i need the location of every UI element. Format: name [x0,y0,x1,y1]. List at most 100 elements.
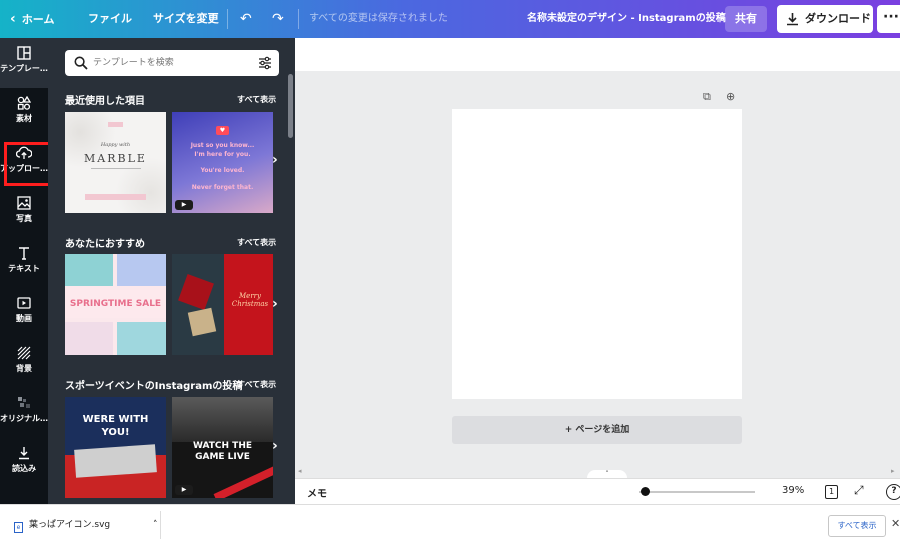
zoom-slider-handle[interactable] [640,487,650,496]
help-icon[interactable]: ? [886,484,900,500]
import-icon [19,447,29,460]
sports2-line-1: WATCH THE [192,441,253,451]
love-line-1: Just so you know... [190,142,255,149]
sidebar-item-templates[interactable]: テンプレー… [0,38,48,88]
download-icon [787,13,798,26]
redo-icon[interactable]: ↷ [272,0,284,38]
undo-icon[interactable]: ↶ [240,0,252,38]
template-thumb-sports-2[interactable]: WATCH THE GAME LIVE ▶ [172,397,273,498]
design-title[interactable]: 名称未設定のデザイン - Instagramの投稿 [527,0,726,38]
resize-menu[interactable]: サイズを変更 [153,0,219,38]
see-all-recent[interactable]: すべて表示 [237,94,276,105]
template-search-bar [65,50,279,76]
sidebar-item-label: 動画 [16,314,32,323]
original-icon [18,397,30,408]
sports1-line-2: YOU! [101,427,130,438]
template-thumb-christmas[interactable]: Merry Christmas [172,254,273,355]
file-menu[interactable]: ファイル [88,0,132,38]
love-line-4: Never forget that. [191,184,254,191]
download-label: ダウンロード [805,12,871,25]
background-icon [17,346,31,360]
marble-subtitle: Happy with [100,142,131,148]
add-page-button[interactable]: + ページを追加 [452,416,742,444]
elements-icon [17,96,31,110]
sidebar-item-original[interactable]: オリジナル… [0,388,48,438]
close-icon[interactable]: ✕ [891,517,900,530]
sidebar-item-photos[interactable]: 写真 [0,188,48,238]
next-arrow-icon[interactable]: › [272,152,278,168]
spring-sale-title: SPRINGTIME SALE [69,299,162,309]
downloaded-file-name: 葉っぱアイコン.svg [29,520,111,530]
home-button[interactable]: ‹ ホーム [10,0,54,38]
photo-icon [17,196,31,210]
marble-title: MARBLE [84,152,147,165]
save-status: すべての変更は保存されました [309,13,448,24]
expand-notes-handle[interactable]: ˄ [587,470,627,478]
panel-scrollbar[interactable] [288,74,293,138]
show-all-downloads-button[interactable]: すべて表示 [828,515,886,537]
love-line-2: I'm here for you. [194,151,251,158]
download-button[interactable]: ダウンロード [777,5,873,33]
editor-toolbar [295,38,900,71]
love-line-3: You're loved. [200,167,245,174]
text-icon [19,247,29,260]
next-arrow-icon[interactable]: › [272,296,278,312]
template-icon [17,46,31,60]
section-title-sports: スポーツイベントのInstagramの投稿 [65,381,243,392]
sidebar-item-label: 素材 [16,114,32,123]
scroll-left-icon[interactable]: ◂ [298,467,302,475]
chevron-left-icon: ‹ [10,11,16,27]
download-divider [160,511,161,539]
downloaded-file-item[interactable]: e 葉っぱアイコン.svg ˄ [14,517,158,533]
sidebar-item-backgrounds[interactable]: 背景 [0,338,48,388]
search-icon [74,56,88,70]
see-all-recommended[interactable]: すべて表示 [237,237,276,248]
add-page-icon[interactable]: ⊕ [726,90,735,103]
scroll-right-icon[interactable]: ▸ [891,467,895,475]
video-play-icon: ▶ [175,200,193,210]
sidebar-item-label: オリジナル… [0,414,48,423]
christmas-title: Merry Christmas [231,292,269,308]
share-button[interactable]: 共有 [725,6,767,32]
video-play-icon: ▶ [175,485,193,495]
sidebar-item-videos[interactable]: 動画 [0,288,48,338]
top-bar: ‹ ホーム ファイル サイズを変更 ↶ ↷ すべての変更は保存されました 名称未設… [0,0,900,38]
toolbar-divider [227,9,228,29]
template-thumb-love[interactable]: ♥ Just so you know... I'm here for you. … [172,112,273,213]
canvas-area: ⧉ ⊕ + ページを追加 ◂ ▸ ˄ [295,38,900,478]
template-thumb-sports-1[interactable]: WERE WITH YOU! [65,397,166,498]
zoom-slider[interactable] [639,491,755,493]
highlight-box [4,142,52,186]
template-thumb-marble[interactable]: Happy with MARBLE [65,112,166,213]
sidebar-item-elements[interactable]: 素材 [0,88,48,138]
bottom-bar: メモ 39% 1 ⤢ ? [295,478,900,504]
zoom-level[interactable]: 39% [782,485,804,496]
sports2-line-2: GAME LIVE [195,452,250,462]
filter-sliders-icon[interactable] [258,56,272,70]
templates-panel: 最近使用した項目 すべて表示 Happy with MARBLE ♥ Just … [48,38,295,504]
duplicate-page-icon[interactable]: ⧉ [703,90,711,104]
sidebar-item-label: テンプレー… [0,64,48,73]
fullscreen-icon[interactable]: ⤢ [854,483,864,498]
template-search-input[interactable] [93,54,243,72]
chevron-up-icon[interactable]: ˄ [153,520,158,530]
more-options-button[interactable]: ··· [877,5,900,33]
see-all-sports[interactable]: すべて表示 [237,379,276,390]
sidebar-item-text[interactable]: テキスト [0,238,48,288]
section-title-recommended: あなたにおすすめ [65,239,145,250]
page-count-icon[interactable]: 1 [825,485,838,499]
template-thumb-spring-sale[interactable]: SPRINGTIME SALE [65,254,166,355]
sports1-line-1: WERE WITH [82,414,149,425]
design-page[interactable] [452,109,742,399]
next-arrow-icon[interactable]: › [272,438,278,454]
sidebar-item-import[interactable]: 読込み [0,438,48,488]
notes-button[interactable]: メモ [307,485,327,500]
home-label: ホーム [21,13,55,26]
help-label: ? [891,486,897,496]
page-count: 1 [828,487,835,496]
video-icon [17,297,31,309]
heart-icon: ♥ [216,126,229,135]
browser-download-bar: e 葉っぱアイコン.svg ˄ すべて表示 ✕ [0,504,900,544]
toolbar-divider [298,9,299,29]
sidebar-item-label: 背景 [16,364,32,373]
